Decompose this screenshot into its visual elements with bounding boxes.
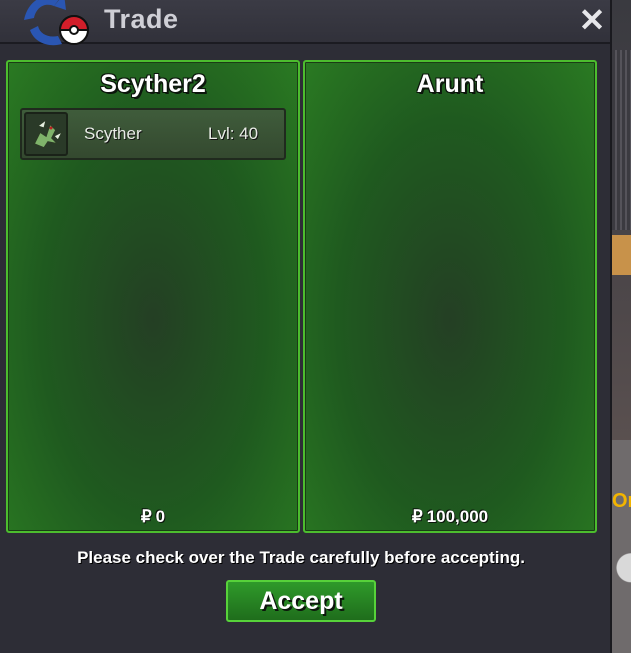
background-sign <box>612 235 631 275</box>
partner-money-offer: ₽100,000 <box>305 507 595 527</box>
money-offer: ₽0 <box>8 507 298 527</box>
trade-window: Trade ✕ Scyther2 Scyther Lvl: 40 ₽0 Arun… <box>0 0 612 653</box>
partner-offer-panel: Arunt ₽100,000 <box>303 60 597 533</box>
my-offer-panel: Scyther2 Scyther Lvl: 40 ₽0 <box>6 60 300 533</box>
player-name: Scyther2 <box>100 70 206 98</box>
title-bar[interactable]: Trade ✕ <box>0 0 610 46</box>
game-background: Or <box>612 0 631 653</box>
background-text-fragment: Or <box>612 490 631 512</box>
partner-name: Arunt <box>416 70 484 98</box>
pokedollar-icon: ₽ <box>411 507 423 526</box>
window-title: Trade <box>104 4 179 34</box>
partner-money-amount: 100,000 <box>426 507 489 526</box>
money-amount: 0 <box>155 507 166 526</box>
pokemon-slot[interactable]: Scyther Lvl: 40 <box>20 108 286 160</box>
trade-notice: Please check over the Trade carefully be… <box>77 548 525 567</box>
pokemon-name: Scyther <box>84 124 142 143</box>
trade-logo-icon <box>14 0 92 50</box>
pokedollar-icon: ₽ <box>140 507 152 526</box>
scyther-sprite-icon <box>24 112 68 156</box>
accept-button[interactable]: Accept <box>226 580 376 622</box>
close-icon[interactable]: ✕ <box>576 4 608 36</box>
pokemon-level: Lvl: 40 <box>208 124 259 143</box>
background-fence <box>612 50 631 230</box>
background-object <box>612 440 631 653</box>
